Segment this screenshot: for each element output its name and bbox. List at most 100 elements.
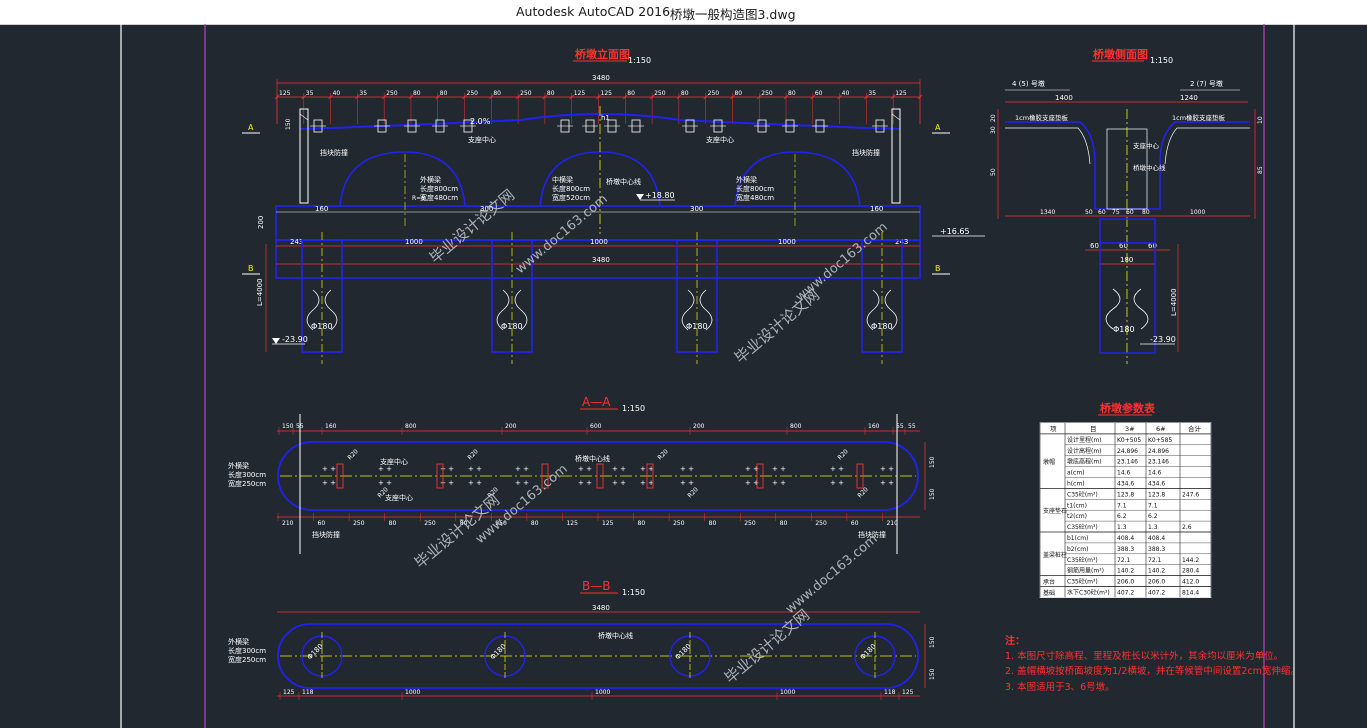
pad-right-label: 1cm橡胶支座垫板 — [1172, 113, 1226, 122]
side-bottom-dim: 1000 — [1190, 209, 1205, 216]
table-cell: 6.2 — [1148, 513, 1158, 520]
table-header: 6# — [1156, 425, 1166, 433]
aa-radius-label: R20 — [836, 448, 849, 461]
bb-pier-center: 桥墩中心线 — [598, 631, 633, 640]
top-dim-label: 250 — [654, 90, 666, 97]
aa-bottom-dim: 60 — [851, 520, 859, 527]
bearing-label: 宽度480cm — [420, 193, 458, 202]
aa-top-dim: 800 — [790, 423, 802, 430]
table-cell: 144.2 — [1182, 557, 1199, 564]
bolt-mark: + + — [830, 479, 844, 487]
bent-overall-label: 3480 — [592, 256, 610, 264]
table-group-label: 承台 — [1043, 578, 1055, 586]
side-elev-bottom: -23.90 — [1150, 335, 1176, 344]
aa-top-dim: 600 — [590, 423, 602, 430]
notes: 注： 1. 本图尺寸除高程、里程及桩长以米计外，其余均以厘米为单位。 2. 盖帽… — [1005, 634, 1300, 693]
top-dim-label: 40 — [842, 90, 850, 97]
note-item: 3. 本图适用于3、6号墩。 — [1005, 681, 1115, 693]
table-cell: t2(cm) — [1067, 513, 1087, 520]
side-view[interactable]: 桥墩侧面图 1:150 4 (5) 号墩 2 (7) 号墩 1400 1240 … — [990, 47, 1264, 364]
overall-dimension-top: 3480 125 35 40 35 250 80 80 250 80 250 80 125 125 80 2… — [274, 74, 923, 124]
side-bottom-dim: 1340 — [1040, 209, 1055, 216]
section-bb-scale: 1:150 — [622, 588, 645, 597]
bolt-mark: + + — [772, 465, 786, 473]
table-cell: 388.3 — [1148, 546, 1165, 553]
table-cell: 206.0 — [1148, 579, 1165, 586]
top-dim-label: 35 — [868, 90, 876, 97]
bearing-label: 长度800cm — [420, 184, 458, 193]
aa-bottom-dim: 250 — [744, 520, 756, 527]
svg-text:A: A — [248, 123, 254, 132]
bolt-mark: + + — [515, 465, 529, 473]
svg-text:10: 10 — [1257, 116, 1264, 124]
aa-top-dim: 200 — [693, 423, 705, 430]
h1-label: h1 — [601, 114, 610, 122]
table-cell: C35砼(m³) — [1067, 556, 1098, 564]
aa-bottom-dim: 250 — [424, 520, 436, 527]
pile-dia-label: Φ180 — [686, 322, 708, 331]
note-item: 2. 盖帽横坡按桥面坡度为1/2横坡，并在等候管中间设置2cm宽伸缩。 — [1005, 665, 1300, 677]
bolt-mark: + + — [322, 479, 336, 487]
bb-bottom-dim: 125 — [902, 689, 914, 696]
svg-text:B: B — [935, 264, 941, 273]
aa-bottom-dim: 250 — [673, 520, 685, 527]
top-dim-label: 250 — [708, 90, 720, 97]
table-cell: 设计高程(m) — [1067, 447, 1102, 455]
parameter-table[interactable]: 桥墩参数表 项 目 3# 6# 合计墩帽 设计里程(m) K0+505 K0+585 设计高程(… — [1039, 401, 1212, 598]
aa-left-label: 长度300cm — [228, 470, 266, 479]
top-dim-label: 125 — [895, 90, 907, 97]
table-cell: 408.4 — [1148, 535, 1165, 542]
table-header: 合计 — [1188, 424, 1202, 433]
aa-bottom-dim: 210 — [886, 520, 898, 527]
front-view-title: 桥墩立面图 — [575, 47, 630, 61]
cap-height-label: 200 — [257, 216, 265, 229]
drawing-canvas[interactable]: 桥墩立面图 1:150 3480 125 35 40 35 250 80 80 250 80 25… — [0, 24, 1367, 728]
elevation-top: +18.80 — [645, 191, 675, 200]
bb-overall: 3480 — [592, 604, 610, 612]
section-bb[interactable]: B—B 1:150 3480 Φ180 Φ180 Φ180 Φ180 桥墩中心线 外横… — [228, 579, 936, 700]
bb-bottom-dim: 118 — [302, 689, 314, 696]
side-bottom-dim: 80 — [1142, 209, 1150, 216]
table-header: 目 — [1090, 425, 1097, 433]
aa-bottom-dims: 210 60 250 80 250 80 250 80 125 125 80 250 80 250 80 25… — [277, 513, 898, 527]
note-item: 1. 本图尺寸除高程、里程及桩长以米计外，其余均以厘米为单位。 — [1005, 650, 1283, 662]
aa-bottom-dim: 125 — [602, 520, 614, 527]
side-bottom-dim: 60 — [1126, 209, 1134, 216]
side-section-outline — [1005, 121, 1250, 210]
beam-dim: 160 — [870, 205, 883, 213]
bb-bottom-dim: 1000 — [780, 689, 795, 696]
top-dim-label: 80 — [547, 90, 555, 97]
table-cell: 墩底高程(m) — [1067, 458, 1102, 466]
table-cell: C35砼(m³) — [1067, 523, 1098, 531]
bearing-label: 宽度480cm — [736, 193, 774, 202]
svg-text:30: 30 — [990, 126, 997, 134]
support-center-label: 支座中心 — [468, 135, 496, 144]
section-aa[interactable]: A—A 1:150 150551608002006002008001605555… — [228, 395, 936, 554]
table-cell: 24.896 — [1148, 448, 1169, 455]
svg-text:A: A — [935, 123, 941, 132]
overall-dim-label: 3480 — [592, 74, 610, 82]
bolt-mark: + + — [612, 465, 626, 473]
side-bottom-dims: 1340 50 60 75 60 80 1000 — [1040, 209, 1205, 216]
table-cell: C35砼(m³) — [1067, 578, 1098, 586]
section-aa-scale: 1:150 — [622, 404, 645, 413]
top-dim-label: 35 — [306, 90, 314, 97]
front-view-scale: 1:150 — [628, 56, 651, 65]
table-cell: 14.6 — [1117, 470, 1131, 477]
pile-dia-label: Φ180 — [501, 322, 523, 331]
side-left-note: 4 (5) 号墩 — [1012, 79, 1045, 88]
sheet-frame — [120, 24, 1295, 728]
table-header: 3# — [1125, 425, 1135, 433]
front-view[interactable]: 桥墩立面图 1:150 3480 125 35 40 35 250 80 80 250 80 25… — [242, 47, 985, 364]
bearing-label: 宽度520cm — [552, 193, 590, 202]
table-cell: C35砼(m³) — [1067, 490, 1098, 498]
bolt-mark: + + — [578, 465, 592, 473]
bolt-mark: + + — [880, 465, 894, 473]
table-cell: h(cm) — [1067, 481, 1085, 488]
table-cell: 14.6 — [1148, 470, 1162, 477]
aa-left-label: 宽度250cm — [228, 479, 266, 488]
pile-dia-label: Φ180 — [871, 322, 893, 331]
bent-dim: 1000 — [778, 238, 796, 246]
table-cell: 247.6 — [1182, 491, 1199, 498]
bolt-mark: + + — [468, 465, 482, 473]
